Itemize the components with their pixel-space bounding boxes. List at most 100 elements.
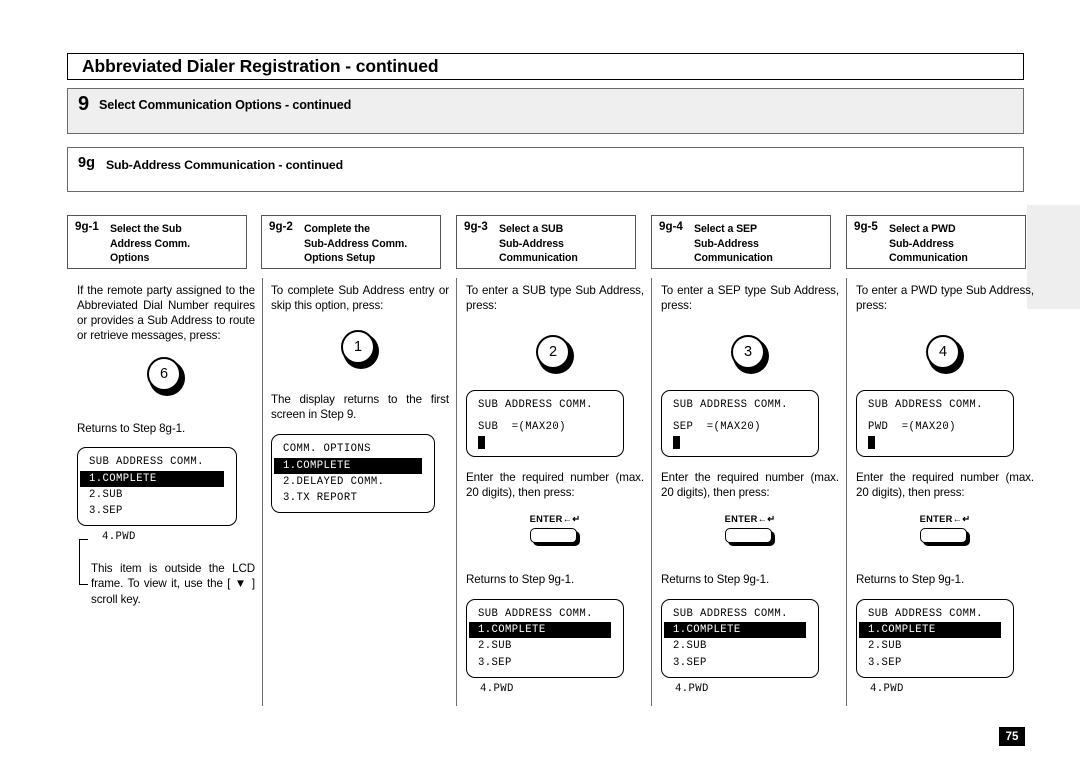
intro-text: To enter a PWD type Sub Address, press: [856, 284, 1034, 313]
lcd-row: 2.SUB [89, 488, 123, 501]
lcd-offscreen-row: 4.PWD [675, 682, 709, 695]
column-number: 9g-5 [854, 220, 878, 233]
offscreen-note: This item is outside the LCD frame. To v… [91, 562, 255, 606]
lcd-row: 2.DELAYED COMM. [283, 475, 385, 488]
lcd-row: 3.SEP [673, 656, 707, 669]
substep-label: Sub-Address Communication - continued [106, 158, 343, 172]
lcd-title: SUB ADDRESS COMM. [478, 399, 593, 412]
lcd-row-selected: 1.COMPLETE [469, 622, 611, 639]
text-cursor [673, 435, 680, 449]
lcd-row-selected: 1.COMPLETE [80, 470, 224, 487]
column-number: 9g-1 [75, 220, 99, 233]
key-4-button[interactable]: 4 [926, 335, 964, 375]
lcd-title: SUB ADDRESS COMM. [673, 607, 788, 620]
step-label: Select Communication Options - continued [99, 98, 352, 112]
key-label: 1 [341, 330, 375, 365]
lcd-row: 3.SEP [868, 656, 902, 669]
column-body-9g-4: To enter a SEP type Sub Address, press: … [661, 283, 839, 697]
enter-key-button[interactable]: ENTER←↵ [715, 512, 785, 546]
page-title: Abbreviated Dialer Registration - contin… [82, 56, 439, 76]
column-number: 9g-3 [464, 220, 488, 233]
column-title: Complete the Sub-Address Comm. Options Set… [304, 223, 408, 264]
column-body-9g-3: To enter a SUB type Sub Address, press: … [466, 283, 644, 697]
lcd-title: SUB ADDRESS COMM. [868, 607, 983, 620]
lcd-offscreen-row: 4.PWD [870, 682, 904, 695]
lcd-row: 2.SUB [478, 640, 512, 653]
lcd-row: 2.SUB [673, 640, 707, 653]
returns-text: Returns to Step 8g-1. [77, 422, 186, 436]
lcd-display: SUB ADDRESS COMM. 1.COMPLETE 2.SUB 3.SEP [77, 447, 237, 527]
lcd-row-selected: 1.COMPLETE [274, 457, 422, 474]
enter-key-button[interactable]: ENTER←↵ [520, 512, 590, 546]
column-header-9g-2: 9g-2 Complete the Sub-Address Comm. Option… [261, 215, 441, 269]
lcd-field: PWD =(MAX20) [868, 421, 956, 434]
lcd-display: SUB ADDRESS COMM. 1.COMPLETE 2.SUB 3.SEP [466, 598, 624, 678]
substep-header: 9g Sub-Address Communication - continued [67, 147, 1024, 192]
lcd-offscreen-row: 4.PWD [480, 682, 514, 695]
column-header-9g-4: 9g-4 Select a SEP Sub-Address Communicatio… [651, 215, 831, 269]
lcd-cursor-row [857, 435, 1013, 450]
column-number: 9g-4 [659, 220, 683, 233]
returns-text: Returns to Step 9g-1. [661, 572, 770, 586]
column-divider [846, 278, 847, 706]
column-divider [262, 278, 263, 706]
lcd-offscreen-row: 4.PWD [102, 531, 136, 544]
enter-key-label: ENTER←↵ [724, 513, 776, 524]
column-title: Select a SEP Sub-Address Communication [694, 223, 773, 264]
intro-text: If the remote party assigned to the Abbr… [77, 284, 255, 343]
lcd-entry-display: SUB ADDRESS COMM. SEP =(MAX20) [661, 390, 819, 457]
lcd-row-selected: 1.COMPLETE [859, 622, 1001, 639]
column-title: Select a PWD Sub-Address Communication [889, 223, 968, 264]
lcd-row: 3.TX REPORT [283, 491, 358, 504]
lcd-title: COMM. OPTIONS [283, 443, 371, 456]
intro-text: To enter a SEP type Sub Address, press: [661, 284, 839, 313]
lcd-entry-display: SUB ADDRESS COMM. SUB =(MAX20) [466, 390, 624, 457]
lcd-display: SUB ADDRESS COMM. 1.COMPLETE 2.SUB 3.SEP [661, 598, 819, 678]
instruction-text: Enter the required number (max. 20 digit… [661, 470, 839, 499]
step-header: 9 Select Communication Options - continu… [67, 88, 1024, 134]
column-title: Select the Sub Address Comm. Options [110, 223, 190, 264]
lcd-entry-display: SUB ADDRESS COMM. PWD =(MAX20) [856, 390, 1014, 457]
lcd-title: SUB ADDRESS COMM. [673, 399, 788, 412]
key-label: 4 [926, 335, 960, 370]
lcd-display: COMM. OPTIONS 1.COMPLETE 2.DELAYED COMM.… [271, 434, 435, 514]
lcd-title: SUB ADDRESS COMM. [478, 607, 593, 620]
page-number: 75 [999, 727, 1025, 746]
lcd-cursor-row [662, 435, 818, 450]
page-title-bar: Abbreviated Dialer Registration - contin… [67, 53, 1024, 80]
step-number: 9 [78, 93, 90, 115]
column-header-9g-5: 9g-5 Select a PWD Sub-Address Communicatio… [846, 215, 1026, 269]
lcd-cursor-row [467, 435, 623, 450]
instruction-text: Enter the required number (max. 20 digit… [856, 470, 1034, 499]
column-divider [456, 278, 457, 706]
key-3-button[interactable]: 3 [731, 335, 769, 375]
substep-number: 9g [78, 155, 95, 171]
column-header-9g-3: 9g-3 Select a SUB Sub-Address Communicatio… [456, 215, 636, 269]
lcd-row: 3.SEP [89, 505, 123, 518]
lcd-row: 3.SEP [478, 656, 512, 669]
key-2-button[interactable]: 2 [536, 335, 574, 375]
column-number: 9g-2 [269, 220, 293, 233]
key-6-button[interactable]: 6 [147, 357, 185, 397]
key-face [725, 527, 772, 543]
column-body-9g-5: To enter a PWD type Sub Address, press: … [856, 283, 1034, 697]
intro-text: To complete Sub Address entry or skip th… [271, 284, 449, 313]
column-body-9g-2: To complete Sub Address entry or skip th… [271, 283, 449, 514]
key-1-button[interactable]: 1 [341, 330, 379, 370]
page-edge-tab [1027, 205, 1080, 309]
enter-key-label: ENTER←↵ [919, 513, 971, 524]
lcd-row-selected: 1.COMPLETE [664, 622, 806, 639]
bracket-connector [79, 539, 88, 586]
column-body-9g-1: If the remote party assigned to the Abbr… [77, 283, 255, 607]
lcd-row: 2.SUB [868, 640, 902, 653]
key-label: 3 [731, 335, 765, 370]
text-cursor [478, 435, 485, 449]
key-face [530, 527, 577, 543]
returns-text: Returns to Step 9g-1. [466, 572, 575, 586]
column-title: Select a SUB Sub-Address Communication [499, 223, 578, 264]
lcd-display: SUB ADDRESS COMM. 1.COMPLETE 2.SUB 3.SEP [856, 598, 1014, 678]
returns-text: Returns to Step 9g-1. [856, 572, 965, 586]
after-key-text: The display returns to the first screen … [271, 393, 449, 422]
key-label: 2 [536, 335, 570, 370]
enter-key-button[interactable]: ENTER←↵ [910, 512, 980, 546]
